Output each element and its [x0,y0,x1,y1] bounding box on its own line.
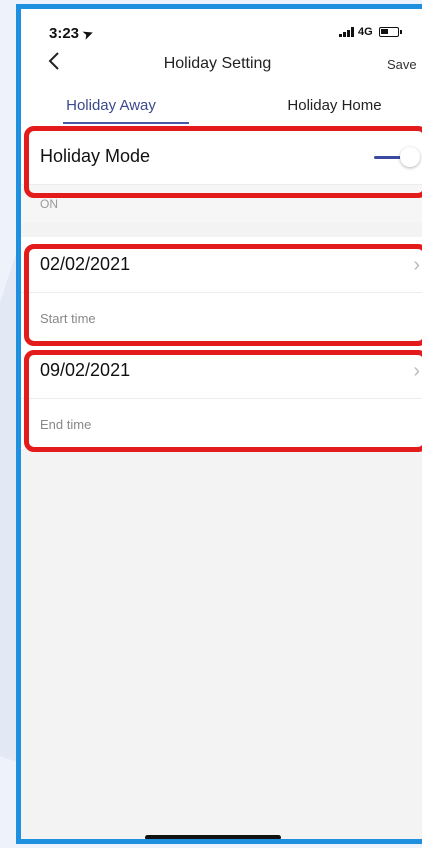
status-bar: 3:23 ➤ 4G [21,9,422,49]
section-divider [21,223,422,237]
home-indicator [145,835,281,839]
tab-holiday-away[interactable]: Holiday Away [21,85,233,129]
status-indicators: 4G [339,26,402,38]
end-date-row[interactable]: 09/02/2021 › [21,343,422,399]
navigation-bar: Holiday Setting Save [21,49,422,85]
signal-icon [339,27,354,37]
end-time-section[interactable]: 09/02/2021 › End time [21,343,422,449]
start-date-value: 02/02/2021 [40,254,131,274]
phone-screen: 3:23 ➤ 4G Holiday Setting Save Holiday Aw… [16,4,422,844]
holiday-mode-status: ON [21,185,422,223]
location-arrow-icon: ➤ [80,25,96,43]
start-date-row[interactable]: 02/02/2021 › [21,237,422,293]
chevron-right-icon: › [413,253,420,276]
tab-holiday-home[interactable]: Holiday Home [233,85,422,129]
network-label: 4G [358,26,373,38]
holiday-mode-toggle[interactable] [372,146,420,167]
status-time: 3:23 ➤ [49,25,96,43]
status-time-text: 3:23 [49,25,80,42]
battery-icon [378,27,402,37]
tab-bar: Holiday Away Holiday Home [21,85,422,129]
holiday-mode-label: Holiday Mode [40,146,151,166]
end-date-value: 09/02/2021 [40,360,131,380]
chevron-right-icon: › [413,359,420,382]
save-button[interactable]: Save [387,57,417,72]
end-time-label: End time [21,399,422,449]
start-time-section[interactable]: 02/02/2021 › Start time [21,237,422,343]
start-time-label: Start time [21,293,422,343]
holiday-mode-row: Holiday Mode [21,129,422,185]
page-title: Holiday Setting [163,55,272,72]
holiday-mode-section: Holiday Mode ON [21,129,422,223]
toggle-knob [400,146,420,167]
